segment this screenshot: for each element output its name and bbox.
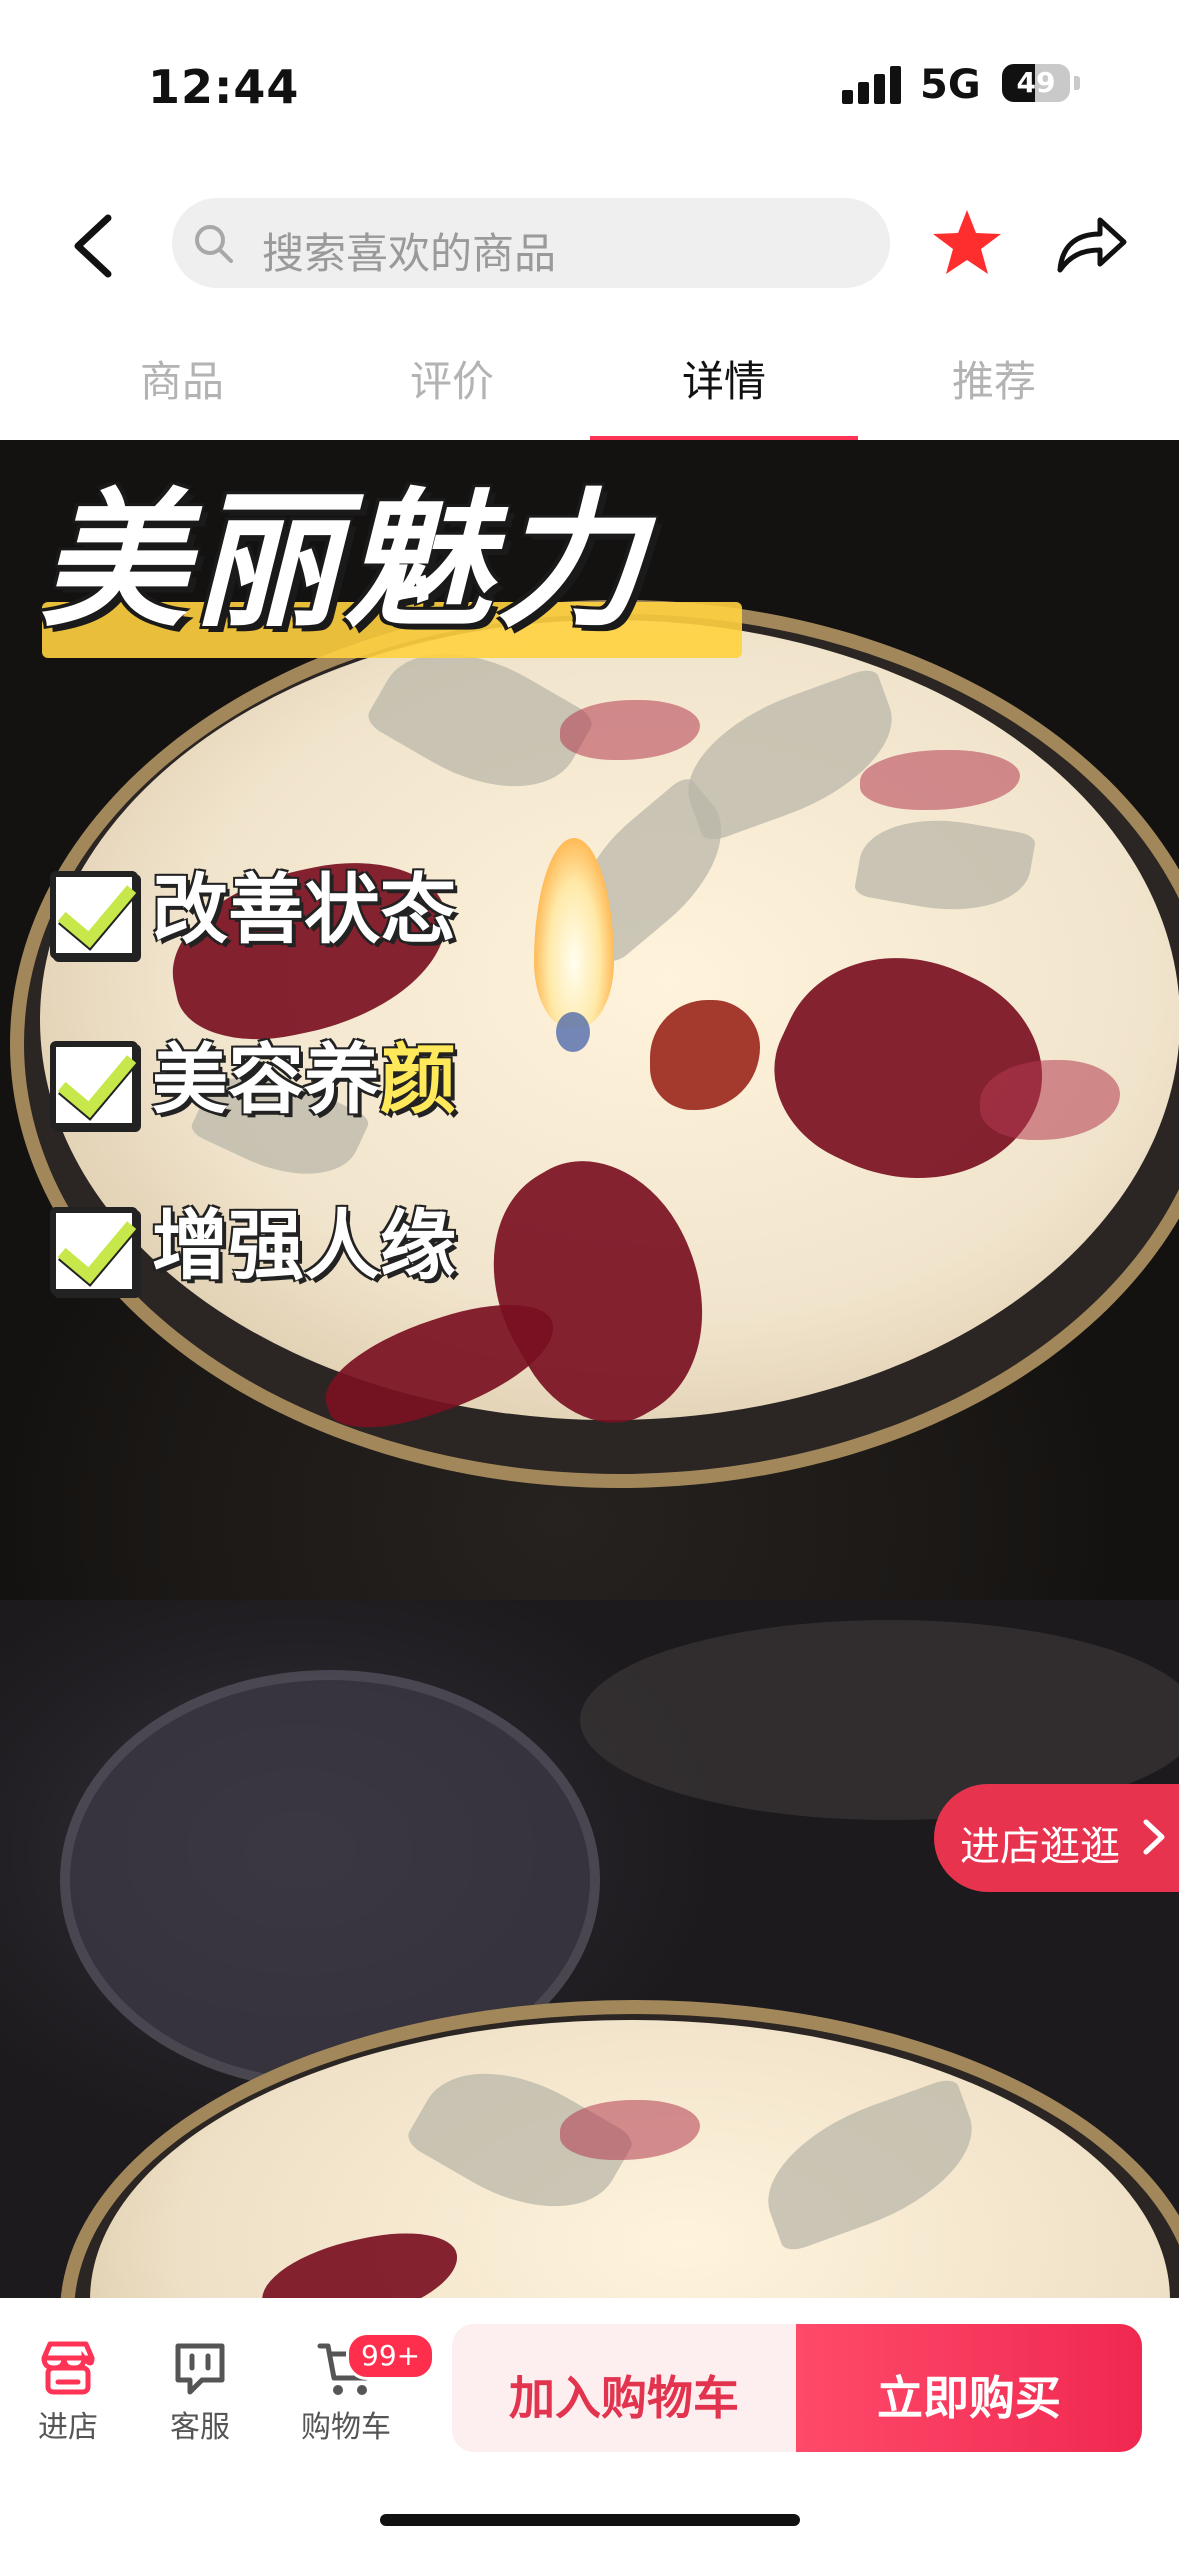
benefit-item: 增强人缘: [50, 1184, 456, 1295]
back-button[interactable]: [64, 210, 124, 282]
home-indicator[interactable]: [380, 2514, 800, 2526]
store-label: 进店: [38, 2410, 98, 2445]
benefit-item: 美容养颜: [50, 1018, 456, 1129]
tab-reviews[interactable]: 评价: [352, 348, 552, 409]
cart-label: 购物车: [301, 2410, 391, 2445]
customer-service-icon: [175, 2343, 225, 2395]
store-icon: [41, 2341, 95, 2395]
benefit-item: 改善状态: [50, 848, 456, 959]
checkbox-icon: [50, 1041, 138, 1129]
cart-count-badge: 99+: [346, 2332, 436, 2380]
checkbox-icon: [50, 871, 138, 959]
chevron-right-icon: [1138, 1818, 1168, 1856]
search-placeholder: 搜索喜欢的商品: [262, 229, 557, 278]
customer-service-button[interactable]: [170, 2338, 230, 2398]
battery-level: 49: [1016, 66, 1056, 99]
back-icon: [74, 214, 112, 278]
favorite-button[interactable]: [930, 206, 1004, 280]
add-to-cart-label: 加入购物车: [509, 2371, 739, 2425]
star-icon: [933, 210, 1001, 274]
tab-products[interactable]: 商品: [82, 348, 282, 409]
product-headline: 美丽魅力: [40, 475, 648, 647]
status-time: 12:44: [148, 60, 300, 114]
buy-now-label: 立即购买: [877, 2371, 1061, 2425]
battery-icon: 49: [1002, 64, 1070, 102]
product-detail-image-2: [0, 1600, 1179, 2300]
share-button[interactable]: [1054, 212, 1130, 276]
share-icon: [1057, 217, 1127, 273]
candle-wick-glow: [556, 1012, 590, 1052]
network-type: 5G: [920, 62, 981, 108]
checkbox-icon: [50, 1207, 138, 1295]
search-icon: [192, 222, 234, 264]
tab-recommend[interactable]: 推荐: [894, 348, 1094, 409]
customer-service-label: 客服: [170, 2410, 230, 2445]
battery-tip: [1074, 76, 1080, 90]
visit-shop-label: 进店逛逛: [960, 1824, 1120, 1870]
tab-details[interactable]: 详情: [624, 348, 824, 409]
store-button[interactable]: [38, 2338, 98, 2398]
signal-icon: [842, 64, 902, 104]
